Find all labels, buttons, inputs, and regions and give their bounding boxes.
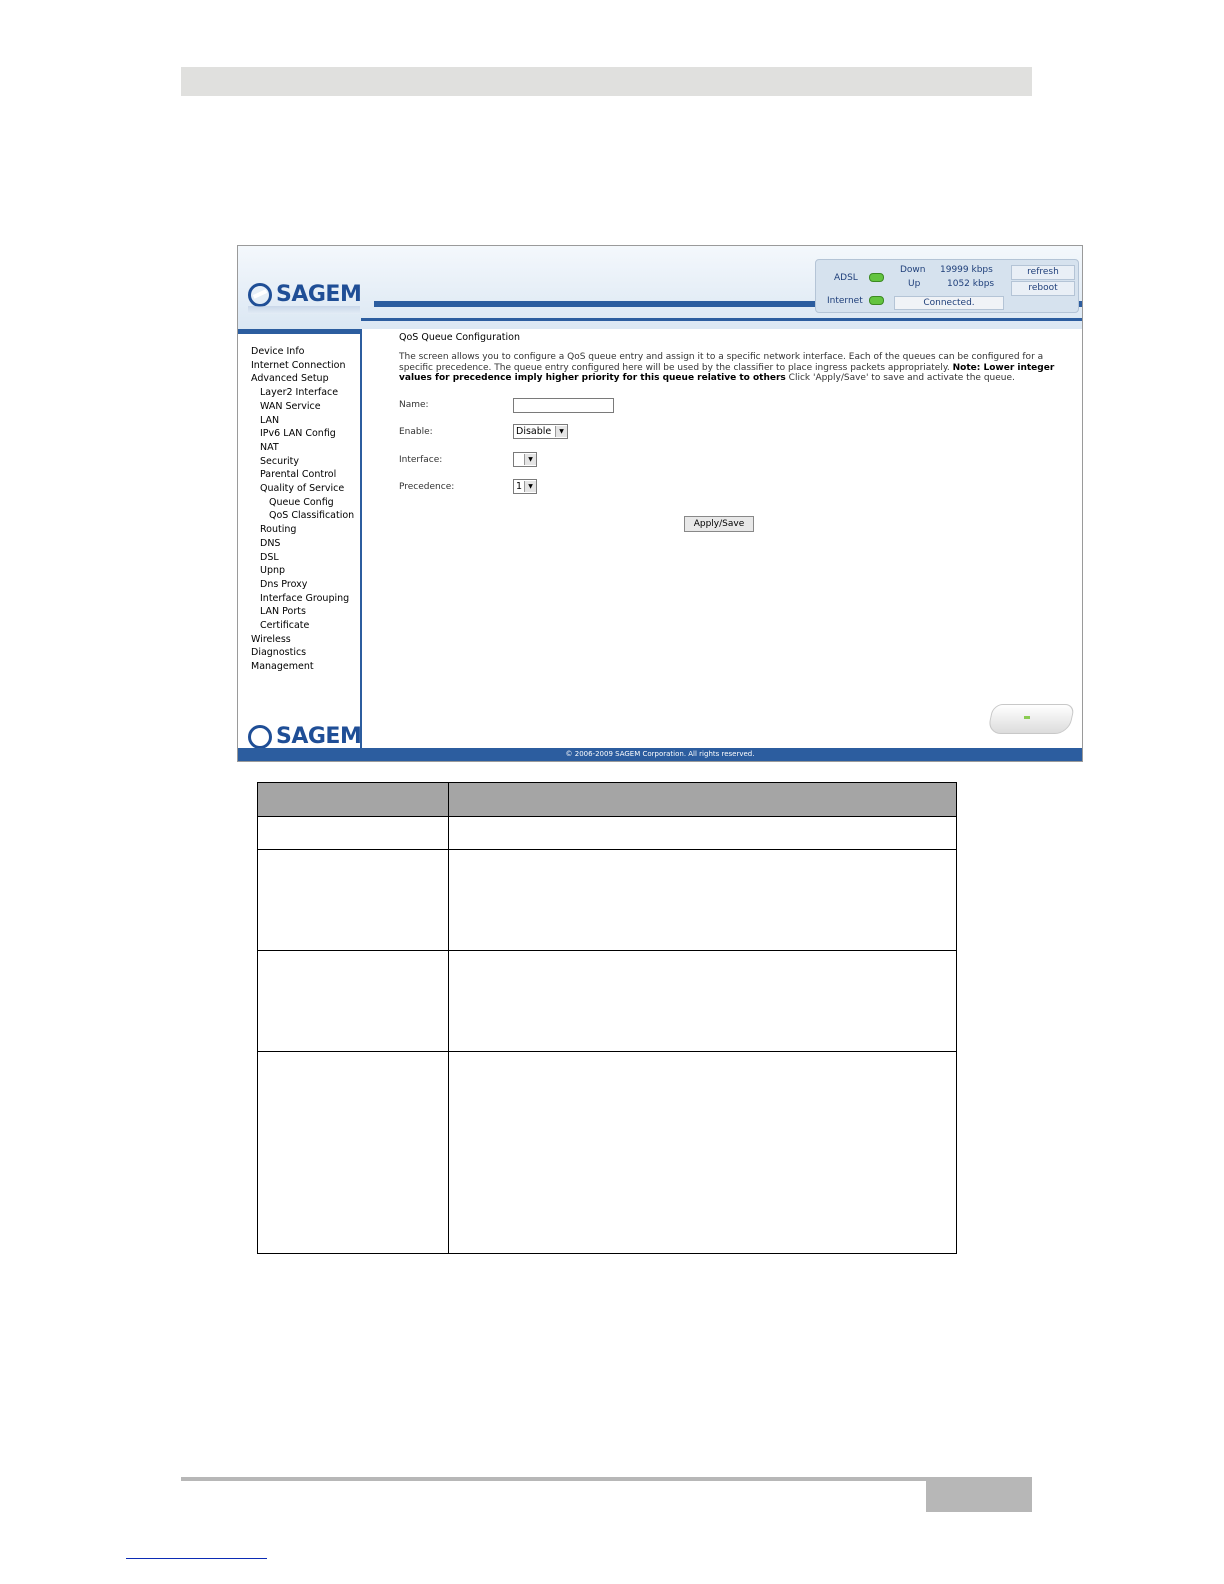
name-label: Name: — [399, 400, 429, 410]
table-cell — [257, 950, 449, 1052]
enable-select-value: Disable — [516, 426, 552, 437]
description-instruction: Click 'Apply/Save' to save and activate … — [785, 373, 1015, 383]
description-text: The screen allows you to configure a QoS… — [399, 352, 1044, 373]
table-row — [257, 816, 957, 850]
page-description: The screen allows you to configure a QoS… — [399, 352, 1069, 384]
up-label: Up — [908, 279, 921, 289]
apply-save-button[interactable]: Apply/Save — [684, 516, 754, 532]
router-body — [986, 704, 1076, 734]
sagem-logo-icon — [248, 724, 272, 749]
chevron-down-icon: ▼ — [555, 426, 567, 437]
internet-led-icon — [869, 296, 884, 305]
table-cell — [257, 849, 449, 951]
precedence-label: Precedence: — [399, 482, 455, 492]
logo-reflection — [248, 306, 360, 314]
sidebar-item-nat[interactable]: NAT — [251, 441, 354, 455]
sidebar-nav: Device Info Internet Connection Advanced… — [251, 345, 354, 674]
field-description-table — [257, 782, 957, 1254]
sidebar-item-upnp[interactable]: Upnp — [251, 564, 354, 578]
sidebar-item-security[interactable]: Security — [251, 455, 354, 469]
chevron-down-icon: ▼ — [524, 481, 536, 492]
sidebar-item-dns-proxy[interactable]: Dns Proxy — [251, 578, 354, 592]
main-content: QoS Queue Configuration The screen allow… — [399, 332, 1069, 532]
sidebar-top-border — [238, 329, 360, 334]
up-value: 1052 kbps — [947, 279, 995, 289]
router-led-icon — [1024, 716, 1030, 719]
sidebar: Device Info Internet Connection Advanced… — [238, 329, 362, 749]
enable-select[interactable]: Disable ▼ — [513, 424, 568, 439]
sidebar-item-advanced-setup[interactable]: Advanced Setup — [251, 372, 354, 386]
sidebar-item-diagnostics[interactable]: Diagnostics — [251, 646, 354, 660]
refresh-button[interactable]: refresh — [1011, 265, 1075, 280]
page-footer-line — [181, 1477, 1032, 1481]
precedence-select-value: 1 — [516, 481, 523, 492]
adsl-label: ADSL — [834, 273, 858, 283]
sidebar-brand-name: SAGEM — [276, 724, 362, 749]
down-label: Down — [900, 265, 926, 275]
brand-logo: SAGEM — [248, 282, 362, 307]
adsl-led-icon — [869, 273, 884, 282]
sidebar-item-routing[interactable]: Routing — [251, 523, 354, 537]
content-top-border — [361, 318, 1082, 321]
page-title: QoS Queue Configuration — [399, 332, 520, 343]
sidebar-item-parental-control[interactable]: Parental Control — [251, 468, 354, 482]
page-header-bar — [181, 67, 1032, 96]
table-cell — [448, 816, 957, 850]
table-header-cell — [257, 782, 449, 817]
sidebar-item-interface-grouping[interactable]: Interface Grouping — [251, 592, 354, 606]
table-row — [257, 1051, 957, 1254]
table-cell — [448, 849, 957, 951]
sidebar-item-lan[interactable]: LAN — [251, 414, 354, 428]
sidebar-item-management[interactable]: Management — [251, 660, 354, 674]
sidebar-item-queue-config[interactable]: Queue Config — [251, 496, 354, 510]
router-web-ui-screenshot: SAGEM ADSL Down 19999 kbps Up 1052 kbps … — [237, 245, 1083, 762]
sidebar-item-lan-ports[interactable]: LAN Ports — [251, 605, 354, 619]
sidebar-item-quality-of-service[interactable]: Quality of Service — [251, 482, 354, 496]
reboot-button[interactable]: reboot — [1011, 281, 1075, 296]
sidebar-item-internet-connection[interactable]: Internet Connection — [251, 359, 354, 373]
table-cell — [448, 950, 957, 1052]
sidebar-item-device-info[interactable]: Device Info — [251, 345, 354, 359]
top-banner: SAGEM ADSL Down 19999 kbps Up 1052 kbps … — [238, 246, 1082, 329]
sidebar-item-wireless[interactable]: Wireless — [251, 633, 354, 647]
sidebar-item-dsl[interactable]: DSL — [251, 551, 354, 565]
table-header-cell — [448, 782, 957, 817]
enable-label: Enable: — [399, 427, 433, 437]
chevron-down-icon: ▼ — [524, 454, 536, 465]
down-value: 19999 kbps — [940, 265, 993, 275]
sidebar-item-wan-service[interactable]: WAN Service — [251, 400, 354, 414]
table-cell — [257, 1051, 449, 1254]
copyright-footer: © 2006-2009 SAGEM Corporation. All right… — [238, 748, 1082, 761]
sagem-logo-icon — [248, 282, 272, 307]
sidebar-item-layer2-interface[interactable]: Layer2 Interface — [251, 386, 354, 400]
interface-select[interactable]: ▼ — [513, 452, 537, 467]
brand-name: SAGEM — [276, 282, 362, 307]
name-field[interactable] — [513, 398, 614, 413]
table-cell — [448, 1051, 957, 1254]
table-row — [257, 849, 957, 951]
table-header-row — [257, 782, 957, 817]
sidebar-brand-logo: SAGEM — [248, 724, 362, 749]
interface-label: Interface: — [399, 455, 443, 465]
sidebar-item-dns[interactable]: DNS — [251, 537, 354, 551]
sidebar-item-certificate[interactable]: Certificate — [251, 619, 354, 633]
internet-label: Internet — [827, 296, 863, 306]
page-number-box — [926, 1481, 1032, 1512]
sidebar-item-qos-classification[interactable]: QoS Classification — [251, 509, 354, 523]
router-device-image — [986, 696, 1076, 736]
link-underline[interactable] — [126, 1558, 267, 1559]
precedence-select[interactable]: 1 ▼ — [513, 479, 537, 494]
table-cell — [257, 816, 449, 850]
table-row — [257, 950, 957, 1052]
connection-status-panel: ADSL Down 19999 kbps Up 1052 kbps Intern… — [815, 259, 1079, 313]
sidebar-item-ipv6-lan-config[interactable]: IPv6 LAN Config — [251, 427, 354, 441]
connection-status: Connected. — [894, 296, 1004, 310]
